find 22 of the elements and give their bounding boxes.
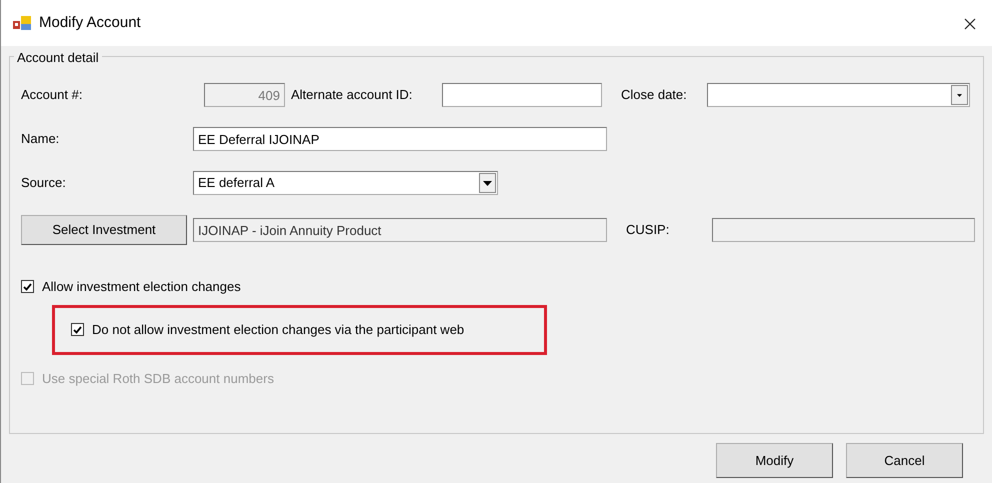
checkbox-label: Allow investment election changes — [42, 278, 241, 296]
dropdown-arrow-icon[interactable] — [483, 180, 492, 186]
name-field[interactable]: EE Deferral IJOINAP — [193, 127, 607, 151]
field-label: CUSIP: — [625, 221, 670, 240]
window-title: Modify Account — [39, 12, 141, 33]
dialog-button[interactable]: Cancel — [846, 443, 963, 478]
field-label: Source: — [21, 174, 67, 192]
field-label: Name: — [21, 130, 60, 148]
source-dropdown[interactable]: EE deferral A — [193, 171, 498, 195]
checkbox-label: Use special Roth SDB account numbers — [42, 370, 274, 388]
field-label: Close date: — [620, 86, 688, 104]
checkbox[interactable] — [21, 280, 34, 294]
field-label: Account #: — [21, 86, 84, 104]
dialog-button[interactable]: Modify — [716, 443, 833, 478]
checkbox[interactable] — [71, 323, 84, 336]
alternate-id-field[interactable] — [442, 83, 602, 107]
close-icon[interactable] — [964, 18, 976, 30]
checkbox-label: Do not allow investment election changes via the participant web — [92, 320, 464, 339]
field-label: Alternate account ID: — [290, 86, 414, 104]
app-icon — [13, 15, 31, 31]
close-date-field[interactable] — [707, 83, 970, 107]
dropdown-arrow-icon[interactable] — [957, 94, 962, 96]
